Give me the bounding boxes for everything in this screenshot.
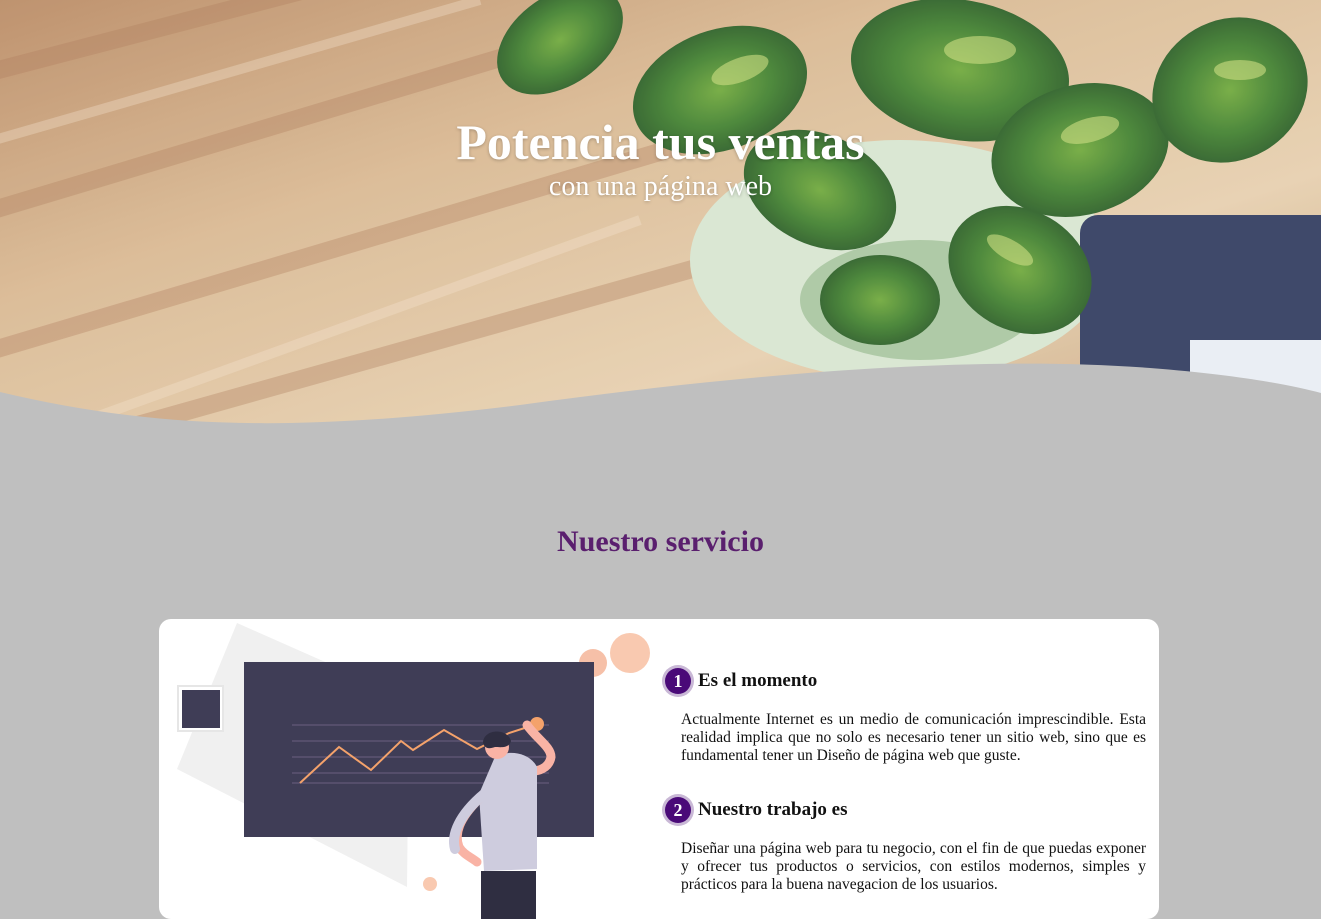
step-2-title: Nuestro trabajo es: [698, 799, 848, 820]
step-1-text: Actualmente Internet es un medio de comu…: [681, 711, 1146, 764]
step-1-title: Es el momento: [698, 670, 818, 691]
hero-banner: Potencia tus ventas con una página web: [0, 0, 1321, 430]
hero-text: Potencia tus ventas con una página web: [0, 112, 1321, 202]
step-1: 1 Es el momento Actualmente Internet es …: [665, 668, 1146, 765]
hero-title: Potencia tus ventas: [456, 114, 865, 170]
growth-chart-illustration: [177, 623, 650, 919]
hero-subtitle: con una página web: [548, 171, 773, 202]
step-2: 2 Nuestro trabajo es Diseñar una página …: [665, 797, 1146, 894]
step-2-number-badge: 2: [665, 797, 691, 823]
step-2-text: Diseñar una página web para tu negocio, …: [681, 840, 1146, 893]
section-title: Nuestro servicio: [557, 525, 764, 558]
step-2-header: 2 Nuestro trabajo es: [665, 797, 1146, 823]
service-card: 1 Es el momento Actualmente Internet es …: [159, 619, 1159, 919]
step-1-number-badge: 1: [665, 668, 691, 694]
step-1-header: 1 Es el momento: [665, 668, 1146, 694]
hero-background-image: [0, 0, 1321, 430]
